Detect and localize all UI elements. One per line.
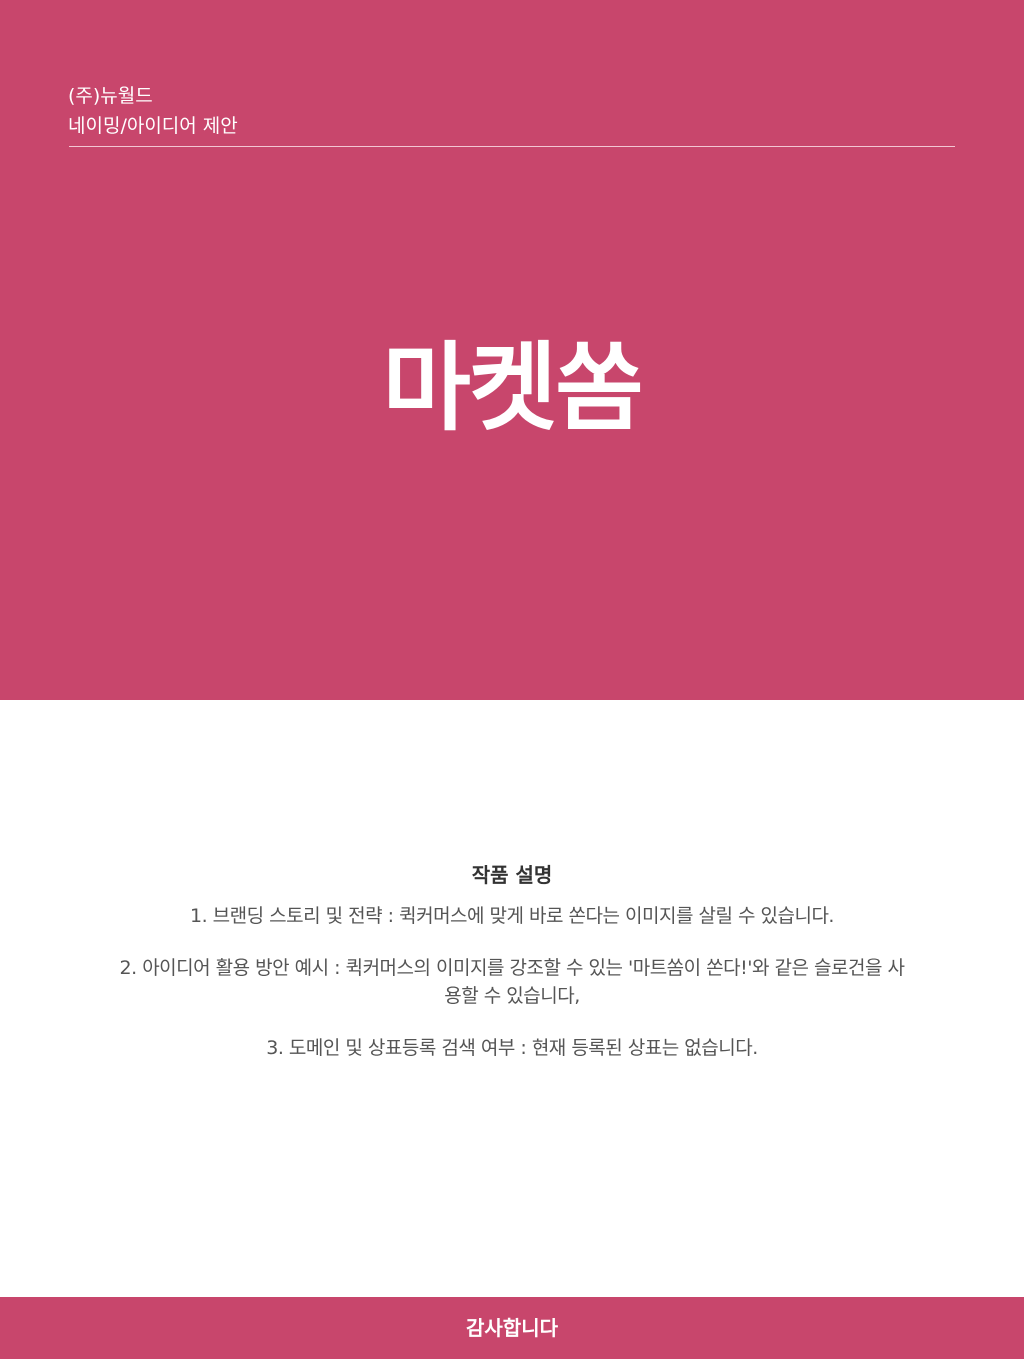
work-description: 작품 설명 1. 브랜딩 스토리 및 전략 : 퀵커머스에 맞게 바로 쏜다는 … xyxy=(112,860,912,1086)
company-name: (주)뉴월드 xyxy=(68,85,153,107)
description-item-trademark: 3. 도메인 및 상표등록 검색 여부 : 현재 등록된 상표는 없습니다. xyxy=(266,1037,758,1059)
brand-name: 마켓쏨 xyxy=(382,332,644,444)
description-title: 작품 설명 xyxy=(471,863,553,887)
footer-bar: 감사합니다 xyxy=(0,1297,1024,1359)
thank-you-text: 감사합니다 xyxy=(466,1316,558,1340)
description-item-branding: 1. 브랜딩 스토리 및 전략 : 퀵커머스에 맞게 바로 쏜다는 이미지를 살… xyxy=(190,905,834,927)
header-divider xyxy=(69,146,955,147)
proposal-category: 네이밍/아이디어 제안 xyxy=(68,115,238,137)
hero-banner: (주)뉴월드 네이밍/아이디어 제안 마켓쏨 xyxy=(0,0,1024,700)
description-item-usage: 2. 아이디어 활용 방안 예시 : 퀵커머스의 이미지를 강조할 수 있는 '… xyxy=(119,957,905,1007)
